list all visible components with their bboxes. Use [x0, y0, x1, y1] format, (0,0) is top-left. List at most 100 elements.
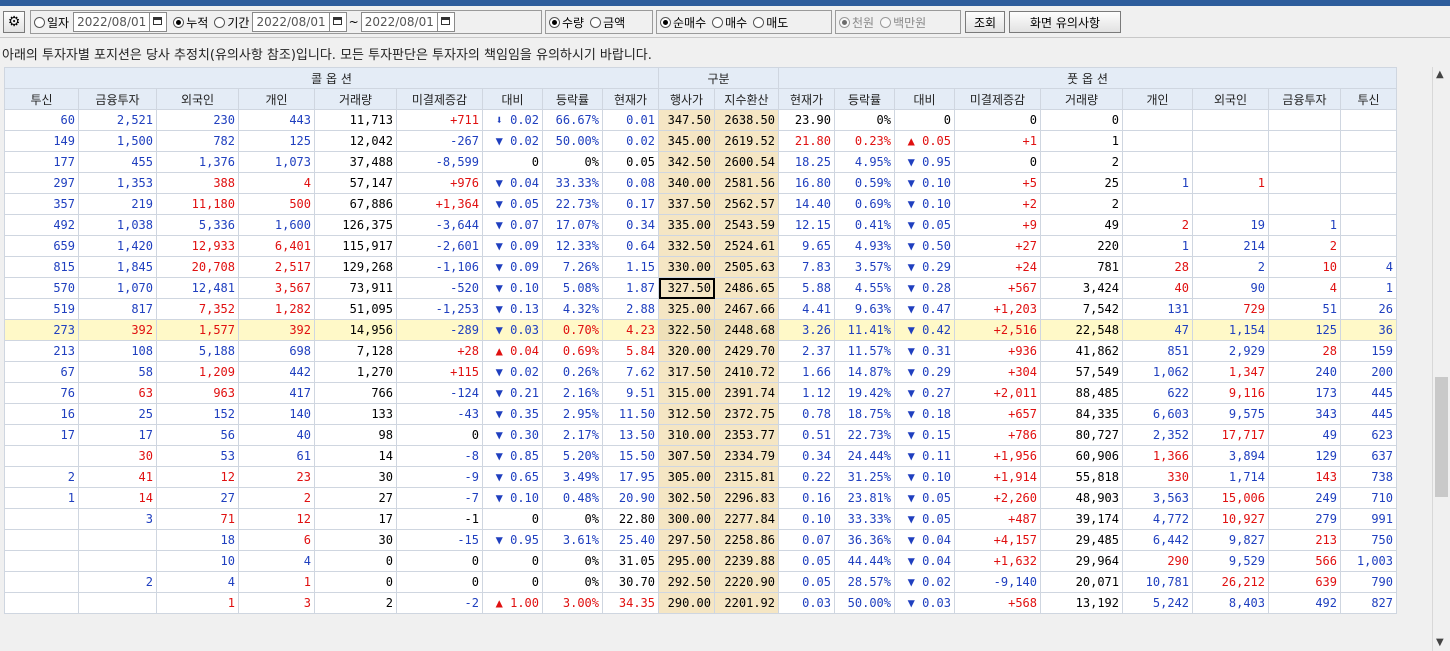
strike-price-cell[interactable]: 302.50: [658, 487, 715, 509]
table-row[interactable]: 273 392 1,577 392 14,956 -289 ▼ 0.03 0.70% 4.23 3…: [4, 319, 1397, 341]
strike-price-cell[interactable]: 300.00: [658, 508, 715, 530]
radio-thousand-won[interactable]: [839, 16, 850, 28]
strike-price-cell[interactable]: 335.00: [658, 214, 715, 236]
table-row[interactable]: 492 1,038 5,336 1,600 126,375 -3,644 ▼ 0.07 17.…: [4, 214, 1397, 236]
table-row[interactable]: 2 4 1 0 0 0 0% 30.70 292.50 2220.90 0.05 28.57% ▼ 0.…: [4, 571, 1397, 593]
screen-notice-button[interactable]: 화면 유의사항: [1009, 11, 1121, 33]
strike-price-cell[interactable]: 337.50: [658, 193, 715, 215]
strike-price-cell[interactable]: 295.00: [658, 550, 715, 572]
table-row[interactable]: 149 1,500 782 125 12,042 -267 ▼ 0.02 50.00% 0.02…: [4, 130, 1397, 152]
radio-range[interactable]: [214, 16, 226, 28]
put-oi-change-cell: +304: [954, 361, 1041, 383]
table-row[interactable]: 67 58 1,209 442 1,270 +115 ▼ 0.02 0.26% 7.62 317.…: [4, 361, 1397, 383]
table-row[interactable]: 357 219 11,180 500 67,886 +1,364 ▼ 0.05 22.73% 0…: [4, 193, 1397, 215]
strike-price-cell[interactable]: 305.00: [658, 466, 715, 488]
strike-price-cell[interactable]: 297.50: [658, 529, 715, 551]
column-header[interactable]: 외국인: [156, 88, 239, 110]
radio-quantity[interactable]: [549, 16, 560, 28]
strike-price-cell[interactable]: 320.00: [658, 340, 715, 362]
radio-million-won[interactable]: [880, 16, 892, 28]
column-header[interactable]: 투신: [1340, 88, 1397, 110]
put-financial-cell: 492: [1268, 592, 1341, 614]
column-header[interactable]: 개인: [238, 88, 315, 110]
strike-price-cell[interactable]: 290.00: [658, 592, 715, 614]
table-row[interactable]: 10 4 0 0 0 0% 31.05 295.00 2239.88 0.05 44.44% ▼ 0.…: [4, 550, 1397, 572]
table-row[interactable]: 570 1,070 12,481 3,567 73,911 -520 ▼ 0.10 5.08%…: [4, 277, 1397, 299]
table-row[interactable]: 16 25 152 140 133 -43 ▼ 0.35 2.95% 11.50 312.50 23…: [4, 403, 1397, 425]
strike-price-cell[interactable]: 332.50: [658, 235, 715, 257]
date-field-to[interactable]: 2022/08/01: [360, 12, 455, 32]
column-header[interactable]: 금융투자: [78, 88, 157, 110]
column-header[interactable]: 행사가: [658, 88, 715, 110]
radio-cumulative[interactable]: [173, 16, 185, 28]
strike-price-cell[interactable]: 340.00: [658, 172, 715, 194]
strike-price-cell[interactable]: 327.50: [658, 277, 715, 299]
table-row[interactable]: 297 1,353 388 4 57,147 +976 ▼ 0.04 33.33% 0.08 34…: [4, 172, 1397, 194]
table-row[interactable]: 60 2,521 230 443 11,713 +711 ⬇ 0.02 66.67% 0.01 3…: [4, 109, 1397, 131]
scroll-thumb[interactable]: [1435, 377, 1448, 497]
calendar-icon[interactable]: [328, 13, 346, 31]
column-header[interactable]: 미결제증감: [396, 88, 483, 110]
put-oi-change-cell: +936: [954, 340, 1041, 362]
table-row[interactable]: 1 14 27 2 27 -7 ▼ 0.10 0.48% 20.90 302.50 2296.83 0…: [4, 487, 1397, 509]
table-row[interactable]: 30 53 61 14 -8 ▼ 0.85 5.20% 15.50 307.50 2334.79 0…: [4, 445, 1397, 467]
table-row[interactable]: 17 17 56 40 98 0 ▼ 0.30 2.17% 13.50 310.00 2353.77…: [4, 424, 1397, 446]
gear-icon[interactable]: ⚙: [3, 11, 25, 33]
column-header[interactable]: 외국인: [1192, 88, 1269, 110]
strike-price-cell[interactable]: 317.50: [658, 361, 715, 383]
radio-amount-label: 금액: [603, 15, 626, 30]
column-header[interactable]: 대비: [894, 88, 955, 110]
strike-price-cell[interactable]: 312.50: [658, 403, 715, 425]
scroll-down-icon[interactable]: ▼: [1436, 637, 1444, 648]
table-row[interactable]: 815 1,845 20,708 2,517 129,268 -1,106 ▼ 0.09 7.…: [4, 256, 1397, 278]
column-header[interactable]: 등락률: [542, 88, 603, 110]
table-row[interactable]: 213 108 5,188 698 7,128 +28 ▲ 0.04 0.69% 5.84 320…: [4, 340, 1397, 362]
strike-price-cell[interactable]: 315.00: [658, 382, 715, 404]
column-header[interactable]: 금융투자: [1268, 88, 1341, 110]
radio-sell[interactable]: [753, 16, 765, 28]
column-header[interactable]: 현재가: [602, 88, 659, 110]
column-header[interactable]: 지수환산: [714, 88, 779, 110]
column-header[interactable]: 거래량: [1040, 88, 1123, 110]
strike-price-cell[interactable]: 292.50: [658, 571, 715, 593]
table-row[interactable]: 519 817 7,352 1,282 51,095 -1,253 ▼ 0.13 4.32% 2…: [4, 298, 1397, 320]
calendar-icon[interactable]: [436, 13, 454, 31]
column-header[interactable]: 거래량: [314, 88, 397, 110]
strike-price-cell[interactable]: 307.50: [658, 445, 715, 467]
table-row[interactable]: 2 41 12 23 30 -9 ▼ 0.65 3.49% 17.95 305.00 2315.81…: [4, 466, 1397, 488]
call-price-cell: 17.95: [602, 466, 659, 488]
call-volume-cell: 7,128: [314, 340, 397, 362]
calendar-icon[interactable]: [149, 13, 166, 31]
strike-price-cell[interactable]: 342.50: [658, 151, 715, 173]
table-row[interactable]: 177 455 1,376 1,073 37,488 -8,599 0 0% 0.05 342.5…: [4, 151, 1397, 173]
table-row[interactable]: 76 63 963 417 766 -124 ▼ 0.21 2.16% 9.51 315.00 23…: [4, 382, 1397, 404]
strike-price-cell[interactable]: 325.00: [658, 298, 715, 320]
column-header[interactable]: 투신: [4, 88, 79, 110]
call-financial-cell: [78, 529, 157, 551]
column-header[interactable]: 등락률: [834, 88, 895, 110]
date-field-from[interactable]: 2022/08/01: [252, 12, 347, 32]
radio-daily[interactable]: [34, 16, 45, 28]
table-row[interactable]: 1 3 2 -2 ▲ 1.00 3.00% 34.35 290.00 2201.92 0.03 50…: [4, 592, 1397, 614]
vertical-scrollbar[interactable]: ▲ ▼: [1432, 67, 1450, 651]
radio-net-buy[interactable]: [660, 16, 671, 28]
strike-price-cell[interactable]: 345.00: [658, 130, 715, 152]
radio-buy[interactable]: [712, 16, 724, 28]
strike-price-cell[interactable]: 310.00: [658, 424, 715, 446]
call-financial-cell: 1,845: [78, 256, 157, 278]
table-row[interactable]: 3 71 12 17 -1 0 0% 22.80 300.00 2277.84 0.10 33.33%…: [4, 508, 1397, 530]
scroll-up-icon[interactable]: ▲: [1436, 69, 1444, 80]
call-price-cell: 0.08: [602, 172, 659, 194]
column-header[interactable]: 미결제증감: [954, 88, 1041, 110]
column-header[interactable]: 현재가: [778, 88, 835, 110]
column-header[interactable]: 개인: [1122, 88, 1193, 110]
column-header[interactable]: 대비: [482, 88, 543, 110]
date-field-daily[interactable]: 2022/08/01: [73, 12, 168, 32]
strike-price-cell[interactable]: 347.50: [658, 109, 715, 131]
table-row[interactable]: 659 1,420 12,933 6,401 115,917 -2,601 ▼ 0.09 12…: [4, 235, 1397, 257]
table-row[interactable]: 18 6 30 -15 ▼ 0.95 3.61% 25.40 297.50 2258.86 0.0…: [4, 529, 1397, 551]
search-button[interactable]: 조회: [965, 11, 1005, 33]
strike-price-cell[interactable]: 330.00: [658, 256, 715, 278]
strike-price-cell[interactable]: 322.50: [658, 319, 715, 341]
radio-amount[interactable]: [590, 16, 602, 28]
